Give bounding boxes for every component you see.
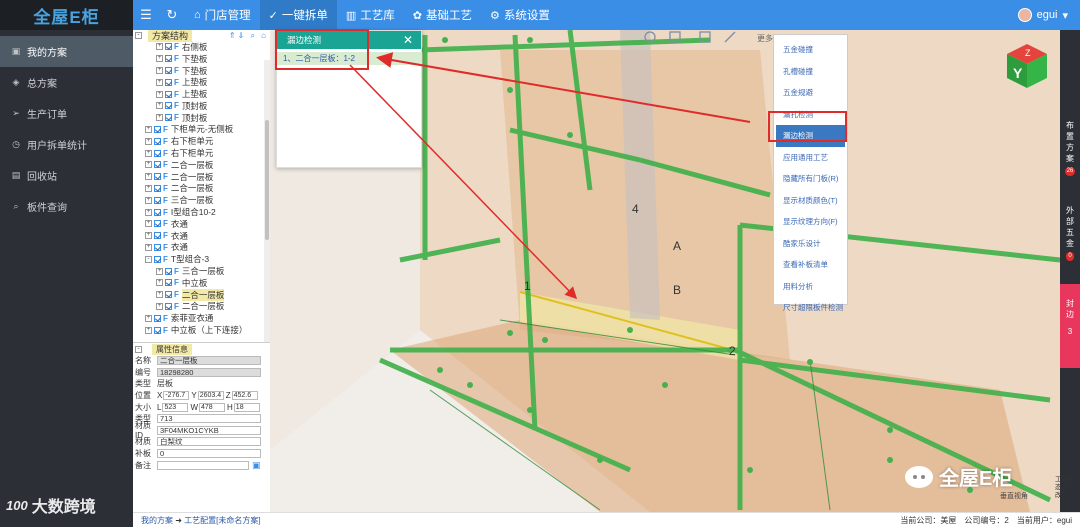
view-mode-label[interactable]: 垂直视角: [1000, 491, 1028, 501]
tab-badge: 3: [1067, 327, 1073, 336]
note-line: 改动: [1055, 492, 1068, 499]
tab-badge: 0: [1066, 252, 1074, 261]
breadcrumb-current[interactable]: 工艺配置[未命名方案]: [184, 516, 260, 525]
tab-label: 布置方案: [1066, 121, 1074, 163]
tab-label: 外部五金: [1066, 206, 1074, 248]
tab-edge-banding[interactable]: 封边 3: [1060, 284, 1080, 368]
tab-badge: 26: [1064, 167, 1076, 176]
annotation-arrows: [349, 52, 751, 300]
note-line: 态：有: [1055, 484, 1075, 491]
process-status-note: 工艺状 态：有 改动: [1055, 476, 1080, 500]
note-line: 工艺状: [1055, 476, 1075, 483]
tab-label: 封边: [1066, 299, 1074, 319]
breadcrumb-arrow: ➜: [175, 515, 182, 525]
current-user: 当前用户：egui: [1016, 515, 1072, 525]
wechat-icon: [905, 465, 933, 488]
right-side-strip: 布置方案 26 外部五金 0 封边 3: [1060, 30, 1080, 512]
tab-layout-plan[interactable]: 布置方案 26: [1060, 120, 1080, 176]
breadcrumb: 我的方案 ➜ 工艺配置[未命名方案]: [141, 515, 261, 526]
watermark-right: 全屋E柜: [905, 462, 1012, 491]
watermark-text: 全屋E柜: [939, 468, 1013, 490]
tab-external-hardware[interactable]: 外部五金 0: [1060, 205, 1080, 261]
current-company: 当前公司：美屋: [900, 515, 957, 525]
status-bar: 我的方案 ➜ 工艺配置[未命名方案] 当前公司：美屋 公司编号：2 当前用户：e…: [133, 512, 1080, 527]
company-number: 公司编号：2: [964, 515, 1009, 525]
status-info: 当前公司：美屋 公司编号：2 当前用户：egui: [900, 515, 1072, 526]
breadcrumb-home[interactable]: 我的方案: [141, 516, 173, 525]
